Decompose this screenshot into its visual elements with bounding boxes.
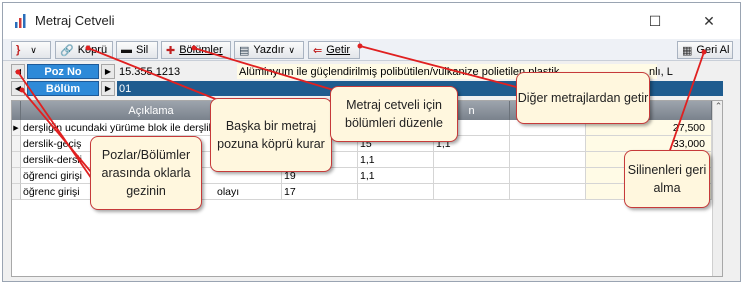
callout-geri-al: Silinenleri geri alma	[624, 150, 710, 208]
callout-kopru: Başka bir metraj pozuna köprü kurar	[210, 98, 332, 172]
arrow-geri-al	[667, 51, 705, 157]
callout-getir: Diğer metrajlardan getir	[516, 72, 650, 124]
callout-navigation: Pozlar/Bölümler arasında oklarla gezinin	[90, 136, 202, 210]
arrow-bolumler	[193, 47, 341, 93]
callout-bolumler: Metraj cetveli için bölümleri düzenle	[330, 86, 458, 142]
arrow-getir	[359, 45, 521, 89]
arrow-nav-poz	[17, 71, 97, 186]
